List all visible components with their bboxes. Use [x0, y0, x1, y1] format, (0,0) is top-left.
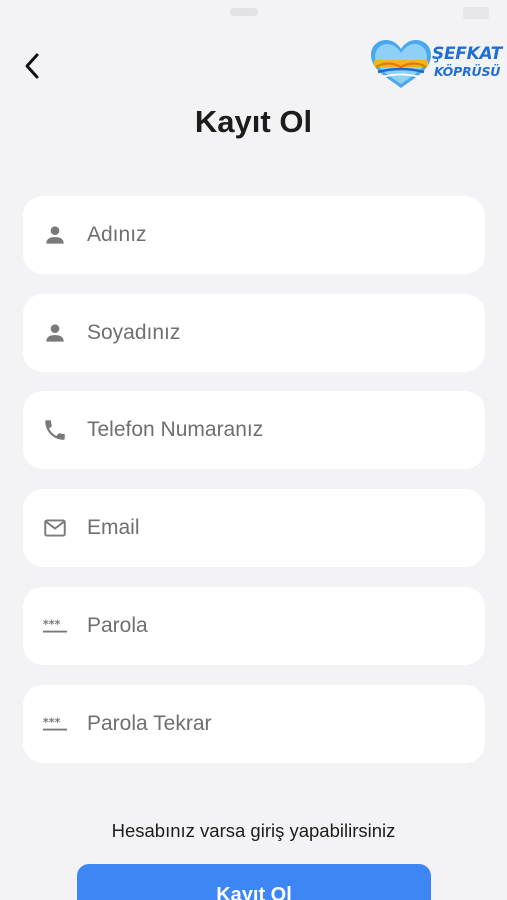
chevron-left-icon [25, 53, 39, 79]
password-input[interactable] [87, 587, 467, 665]
status-bar-notch [230, 8, 258, 16]
logo-text-line2: KÖPRÜSÜ [434, 64, 501, 79]
logo-text-line1: ŞEFKAT [432, 44, 502, 64]
mail-icon [41, 516, 69, 540]
email-input[interactable] [87, 489, 467, 567]
login-link[interactable]: Hesabınız varsa giriş yapabilirsiniz [0, 820, 507, 842]
page-title: Kayıt Ol [194, 104, 313, 139]
password-icon: *** [41, 614, 69, 638]
phone-field[interactable] [23, 391, 485, 469]
svg-text:***: *** [43, 716, 61, 729]
email-field[interactable] [23, 489, 485, 567]
password-confirm-input[interactable] [87, 685, 467, 763]
sefkat-koprusu-logo: ŞEFKAT KÖPRÜSÜ [368, 36, 502, 94]
last-name-field[interactable] [23, 294, 485, 372]
phone-icon [41, 418, 69, 442]
password-confirm-field[interactable]: *** [23, 685, 485, 763]
password-icon: *** [41, 712, 69, 736]
first-name-field[interactable] [23, 196, 485, 274]
battery-icon [463, 7, 489, 19]
last-name-input[interactable] [87, 294, 467, 372]
svg-text:***: *** [43, 618, 61, 631]
register-button[interactable]: Kayıt Ol [77, 864, 431, 900]
status-bar [0, 0, 507, 30]
first-name-input[interactable] [87, 196, 467, 274]
person-icon [41, 321, 69, 345]
back-button[interactable] [14, 46, 50, 86]
password-field[interactable]: *** [23, 587, 485, 665]
heart-bridge-logo-icon [371, 40, 431, 88]
phone-input[interactable] [87, 391, 467, 469]
person-icon [41, 223, 69, 247]
